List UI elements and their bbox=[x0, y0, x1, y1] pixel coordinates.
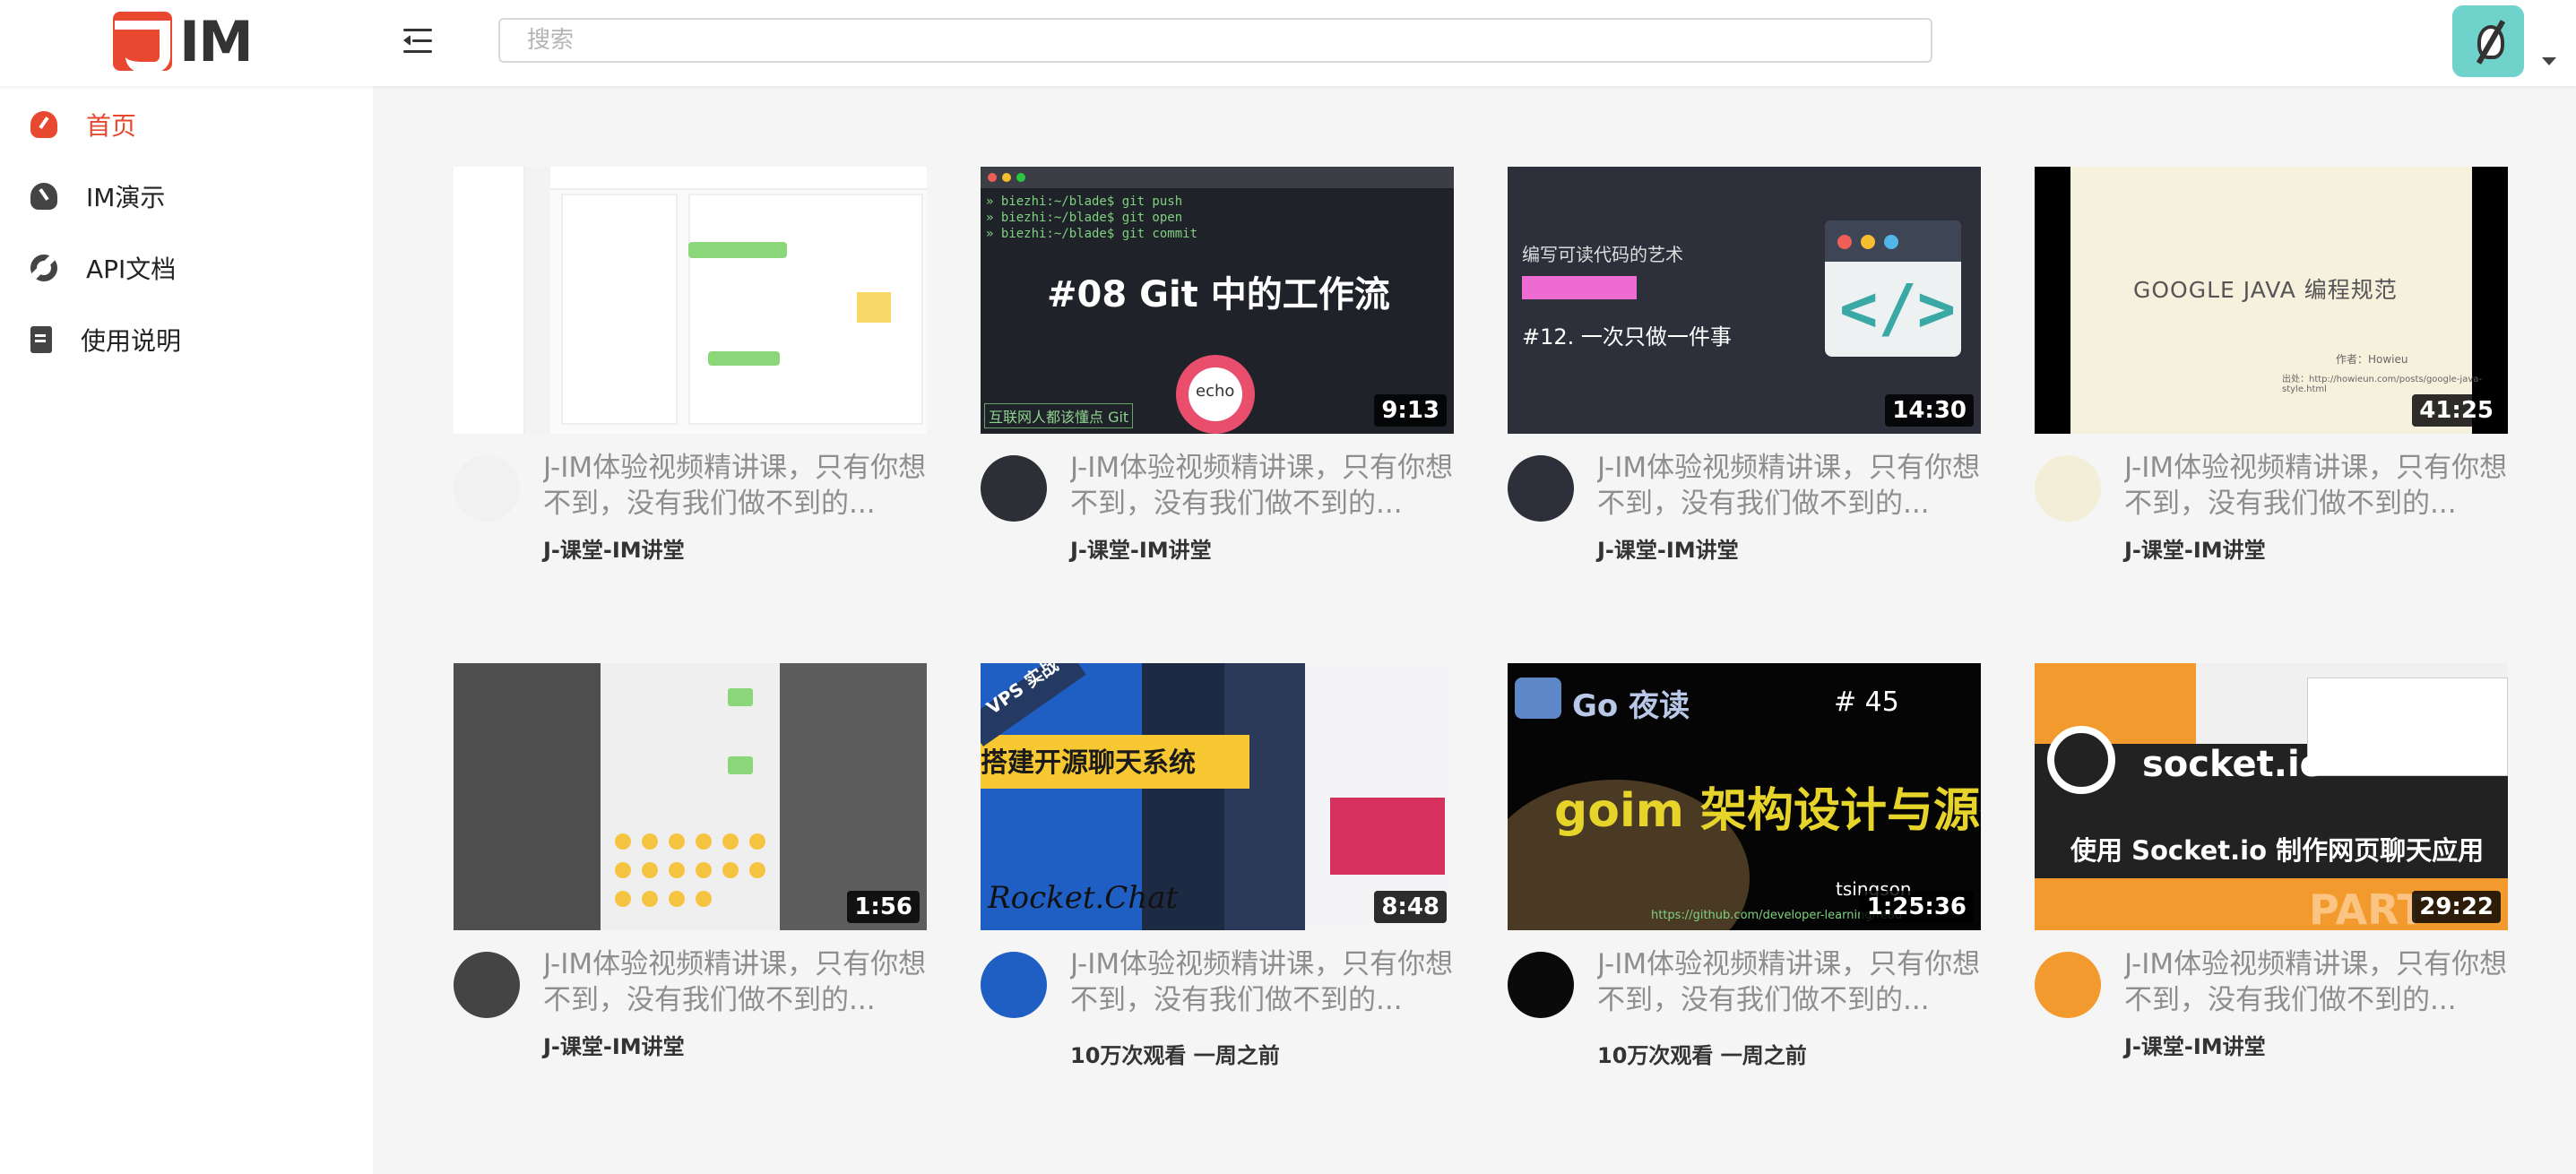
video-card[interactable]: socket.io 使用 Socket.io 制作网页聊天应用 PART 29:… bbox=[2035, 663, 2508, 1065]
chevron-down-icon[interactable] bbox=[2542, 57, 2556, 65]
video-duration: 8:48 bbox=[1374, 891, 1447, 923]
thumb-text: 作者：Howieu bbox=[2336, 353, 2408, 366]
video-duration: 1:25:36 bbox=[1859, 891, 1974, 923]
thumb-text: 出处：http://howieun.com/posts/google-java-… bbox=[2282, 375, 2482, 394]
top-header: IM bbox=[0, 0, 2576, 86]
thumb-text: GOOGLE JAVA 编程规范 bbox=[2133, 277, 2398, 303]
gauge-icon bbox=[30, 183, 57, 210]
video-title[interactable]: J-IM体验视频精讲课，只有你想不到，没有我们做不到的... bbox=[2124, 946, 2508, 1018]
channel-name[interactable]: J-课堂-IM讲堂 bbox=[543, 532, 685, 564]
sidebar-item-instructions[interactable]: 使用说明 bbox=[30, 317, 181, 362]
video-thumbnail[interactable]: GOOGLE JAVA 编程规范 作者：Howieu 出处：http://how… bbox=[2035, 167, 2508, 434]
sidebar: 首页 IM演示 API文档 使用说明 bbox=[0, 86, 373, 1174]
channel-avatar[interactable] bbox=[1508, 455, 1574, 522]
sidebar-item-home[interactable]: 首页 bbox=[30, 102, 136, 147]
thumb-text: » biezhi:~/blade$ git open bbox=[986, 211, 1183, 225]
thumb-text: #08 Git 中的工作流 bbox=[1047, 274, 1390, 315]
thumb-text: Rocket.Chat bbox=[988, 880, 1179, 916]
video-thumbnail[interactable]: 1:56 bbox=[454, 663, 927, 930]
video-card[interactable]: GOOGLE JAVA 编程规范 作者：Howieu 出处：http://how… bbox=[2035, 167, 2508, 568]
sidebar-item-label: 首页 bbox=[86, 111, 137, 141]
channel-name[interactable]: J-课堂-IM讲堂 bbox=[2124, 1029, 2266, 1060]
thumb-text: 互联网人都该懂点 Git bbox=[984, 403, 1134, 428]
document-edit-icon bbox=[30, 326, 52, 353]
thumb-text: » biezhi:~/blade$ git push bbox=[986, 194, 1183, 209]
video-card[interactable]: » biezhi:~/blade$ git push » biezhi:~/bl… bbox=[981, 167, 1454, 568]
sidebar-item-label: API文档 bbox=[86, 255, 177, 284]
video-title[interactable]: J-IM体验视频精讲课，只有你想不到，没有我们做不到的... bbox=[2124, 450, 2508, 522]
user-avatar[interactable] bbox=[2452, 5, 2524, 77]
api-icon bbox=[30, 255, 57, 281]
video-views: 10万次观看 一周之前 bbox=[1597, 1043, 1807, 1068]
video-card[interactable]: 搭建开源聊天系统 VPS 实战 Rocket.Chat 8:48 J-IM体验视… bbox=[981, 663, 1454, 1068]
video-duration: 29:22 bbox=[2412, 891, 2501, 923]
thumb-text: Go 夜读 bbox=[1572, 688, 1690, 724]
video-card[interactable]: 编写可读代码的艺术 #12. 一次只做一件事 </> 14:30 J-IM体验视… bbox=[1508, 167, 1981, 568]
dashboard-icon bbox=[30, 111, 57, 138]
thumb-text: 使用 Socket.io 制作网页聊天应用 bbox=[2070, 835, 2485, 866]
video-card[interactable]: J-IM体验视频精讲课，只有你想不到，没有我们做不到的... J-课堂-IM讲堂 bbox=[454, 167, 927, 568]
video-card[interactable]: Go 夜读 # 45 goim 架构设计与源码分析 tsingson https… bbox=[1508, 663, 1981, 1068]
thumb-text: » biezhi:~/blade$ git commit bbox=[986, 227, 1198, 241]
sidebar-item-label: 使用说明 bbox=[81, 326, 182, 356]
video-duration: 14:30 bbox=[1885, 394, 1974, 427]
thumb-text: echo bbox=[1196, 382, 1235, 401]
thumb-text: # 45 bbox=[1834, 686, 1899, 718]
video-thumbnail[interactable]: socket.io 使用 Socket.io 制作网页聊天应用 PART 29:… bbox=[2035, 663, 2508, 930]
video-thumbnail[interactable]: 搭建开源聊天系统 VPS 实战 Rocket.Chat 8:48 bbox=[981, 663, 1454, 930]
code-window-icon: </> bbox=[1825, 220, 1961, 357]
video-title[interactable]: J-IM体验视频精讲课，只有你想不到，没有我们做不到的... bbox=[1597, 946, 1981, 1018]
video-thumbnail[interactable]: Go 夜读 # 45 goim 架构设计与源码分析 tsingson https… bbox=[1508, 663, 1981, 930]
channel-name[interactable]: J-课堂-IM讲堂 bbox=[1597, 532, 1739, 564]
channel-name[interactable]: J-课堂-IM讲堂 bbox=[1070, 532, 1212, 564]
video-duration: 1:56 bbox=[847, 891, 920, 923]
video-views: 10万次观看 一周之前 bbox=[1070, 1043, 1280, 1068]
sidebar-item-api-docs[interactable]: API文档 bbox=[30, 246, 176, 290]
app-logo[interactable]: IM bbox=[113, 8, 254, 74]
menu-toggle-icon[interactable] bbox=[400, 25, 436, 57]
video-thumbnail[interactable] bbox=[454, 167, 927, 434]
logo-text: IM bbox=[179, 8, 254, 74]
thumb-text: goim 架构设计与源码分析 bbox=[1554, 784, 1981, 838]
video-duration: 41:25 bbox=[2412, 394, 2501, 427]
thumb-text: PART bbox=[2309, 885, 2425, 930]
video-title[interactable]: J-IM体验视频精讲课，只有你想不到，没有我们做不到的... bbox=[1070, 450, 1454, 522]
go-gopher-icon bbox=[1515, 678, 1561, 719]
thumb-text: #12. 一次只做一件事 bbox=[1522, 324, 1732, 350]
channel-avatar[interactable] bbox=[981, 455, 1047, 522]
video-grid: J-IM体验视频精讲课，只有你想不到，没有我们做不到的... J-课堂-IM讲堂… bbox=[373, 86, 2576, 1174]
thumb-text: socket.io bbox=[2142, 744, 2325, 785]
thumb-text: 搭建开源聊天系统 bbox=[981, 747, 1196, 779]
logo-j-icon bbox=[113, 12, 172, 73]
video-thumbnail[interactable]: » biezhi:~/blade$ git push » biezhi:~/bl… bbox=[981, 167, 1454, 434]
video-thumbnail[interactable]: 编写可读代码的艺术 #12. 一次只做一件事 </> 14:30 bbox=[1508, 167, 1981, 434]
search-input[interactable] bbox=[498, 18, 1932, 63]
channel-avatar[interactable] bbox=[2035, 952, 2101, 1018]
channel-name[interactable]: J-课堂-IM讲堂 bbox=[543, 1029, 685, 1060]
channel-name[interactable]: J-课堂-IM讲堂 bbox=[2124, 532, 2266, 564]
channel-avatar[interactable] bbox=[2035, 455, 2101, 522]
thumb-text: </> bbox=[1839, 271, 1957, 346]
video-title[interactable]: J-IM体验视频精讲课，只有你想不到，没有我们做不到的... bbox=[543, 450, 927, 522]
channel-avatar[interactable] bbox=[454, 455, 520, 522]
sidebar-item-label: IM演示 bbox=[86, 183, 166, 212]
video-title[interactable]: J-IM体验视频精讲课，只有你想不到，没有我们做不到的... bbox=[1070, 946, 1454, 1018]
channel-avatar[interactable] bbox=[981, 952, 1047, 1018]
video-duration: 9:13 bbox=[1374, 394, 1447, 427]
sidebar-item-im-demo[interactable]: IM演示 bbox=[30, 174, 165, 219]
video-title[interactable]: J-IM体验视频精讲课，只有你想不到，没有我们做不到的... bbox=[543, 946, 927, 1018]
socketio-logo-icon bbox=[2047, 726, 2115, 794]
thumb-text: 编写可读代码的艺术 bbox=[1522, 244, 1683, 265]
channel-avatar[interactable] bbox=[1508, 952, 1574, 1018]
video-card[interactable]: 1:56 J-IM体验视频精讲课，只有你想不到，没有我们做不到的... J-课堂… bbox=[454, 663, 927, 1065]
video-title[interactable]: J-IM体验视频精讲课，只有你想不到，没有我们做不到的... bbox=[1597, 450, 1981, 522]
channel-avatar[interactable] bbox=[454, 952, 520, 1018]
